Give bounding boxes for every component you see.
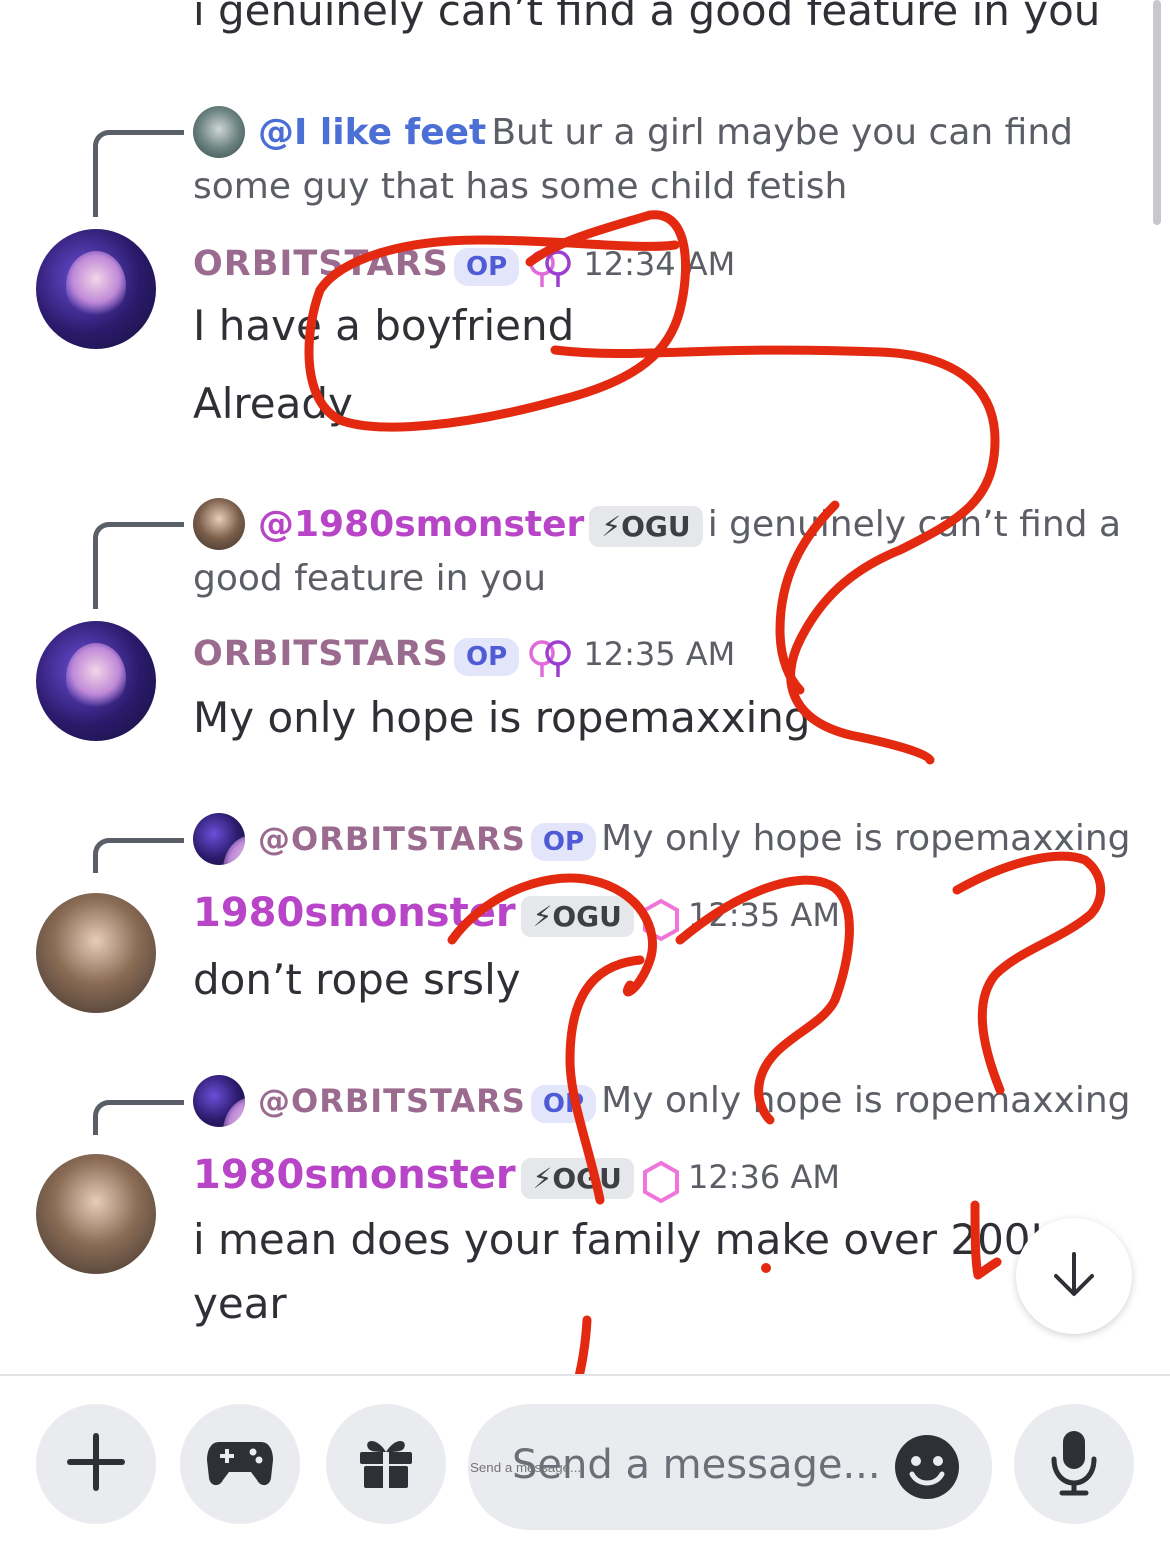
emoji-button[interactable] bbox=[894, 1434, 960, 1504]
voice-message-button[interactable] bbox=[1014, 1404, 1134, 1524]
gift-icon bbox=[356, 1432, 416, 1496]
plus-icon bbox=[64, 1430, 128, 1498]
scroll-to-bottom-button[interactable] bbox=[1016, 1218, 1132, 1334]
message-composer-bar: Send a message... bbox=[0, 1374, 1170, 1552]
gamepad-icon bbox=[205, 1434, 275, 1494]
microphone-icon bbox=[1046, 1427, 1102, 1501]
emoji-icon bbox=[894, 1435, 960, 1504]
gift-button[interactable] bbox=[326, 1404, 446, 1524]
activities-button[interactable] bbox=[180, 1404, 300, 1524]
red-annotation-scribbles bbox=[304, 210, 1106, 1395]
add-attachment-button[interactable] bbox=[36, 1404, 156, 1524]
arrow-down-icon bbox=[1048, 1248, 1100, 1304]
message-input-placeholder: Send a message... bbox=[512, 1442, 881, 1488]
